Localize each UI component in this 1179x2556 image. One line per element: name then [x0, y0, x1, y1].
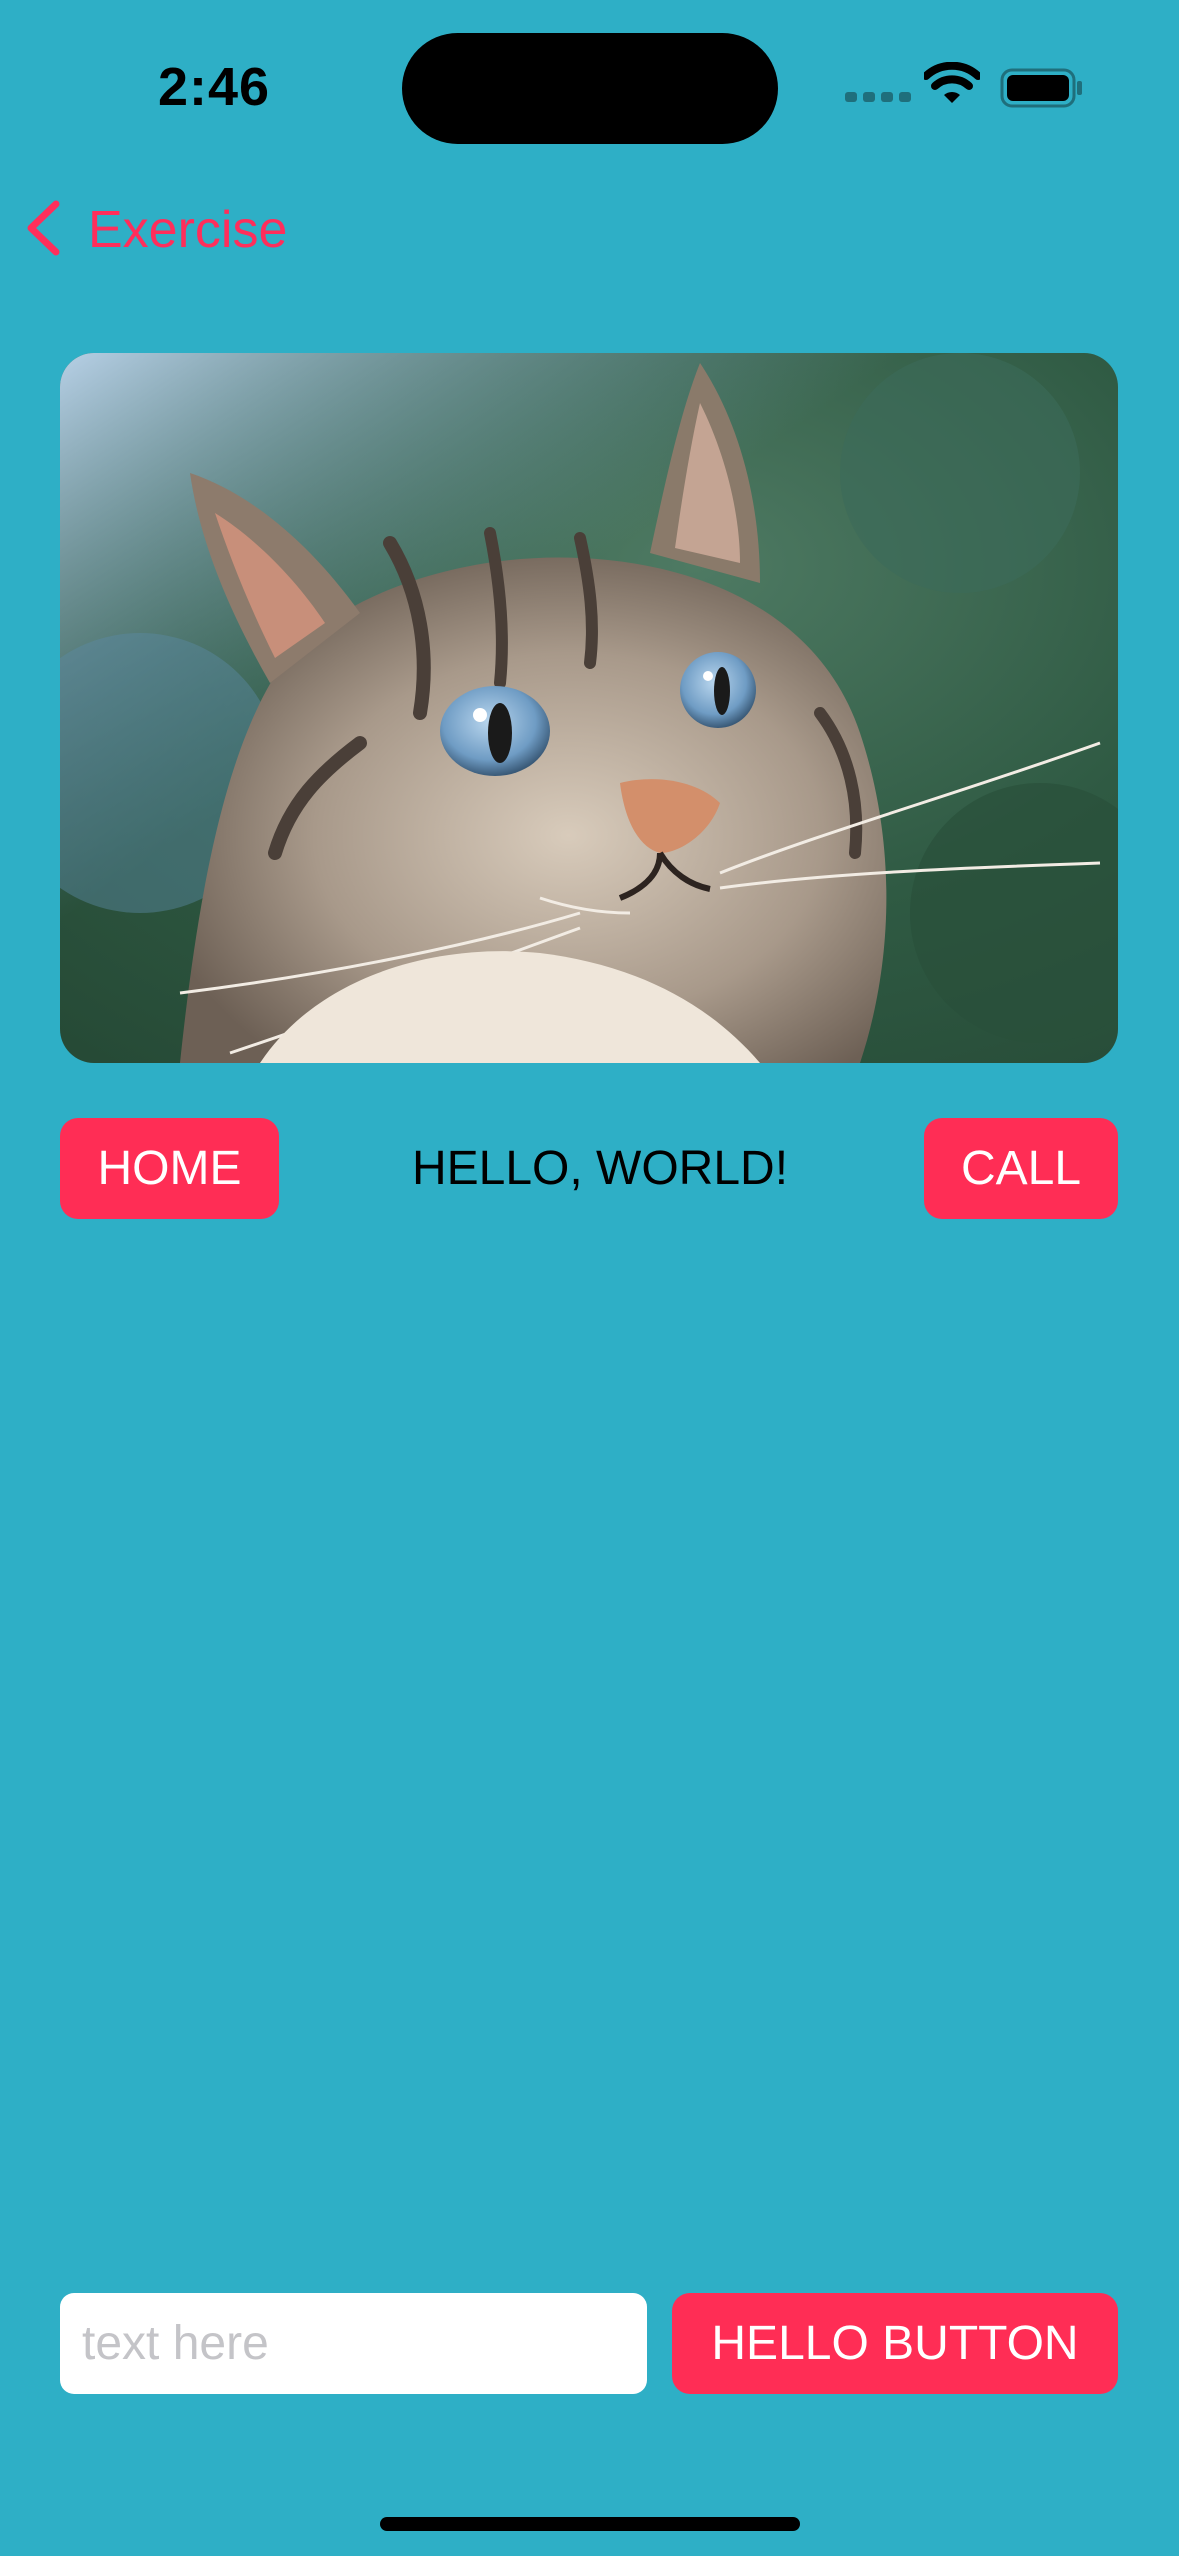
cat-photo: [60, 353, 1118, 1063]
status-time: 2:46: [158, 57, 271, 117]
home-button[interactable]: HOME: [60, 1118, 279, 1219]
back-button-label: Exercise: [88, 201, 288, 259]
home-indicator[interactable]: [380, 2517, 800, 2531]
battery-icon: [1000, 68, 1084, 113]
dynamic-island: [402, 33, 778, 144]
call-button[interactable]: CALL: [924, 1118, 1118, 1219]
greeting-label: HELLO, WORLD!: [411, 1142, 789, 1195]
hello-button[interactable]: HELLO BUTTON: [672, 2293, 1118, 2394]
back-button[interactable]: Exercise: [24, 195, 287, 265]
text-input[interactable]: [60, 2293, 647, 2394]
wifi-icon: [922, 61, 982, 109]
chevron-left-icon: [24, 199, 62, 262]
